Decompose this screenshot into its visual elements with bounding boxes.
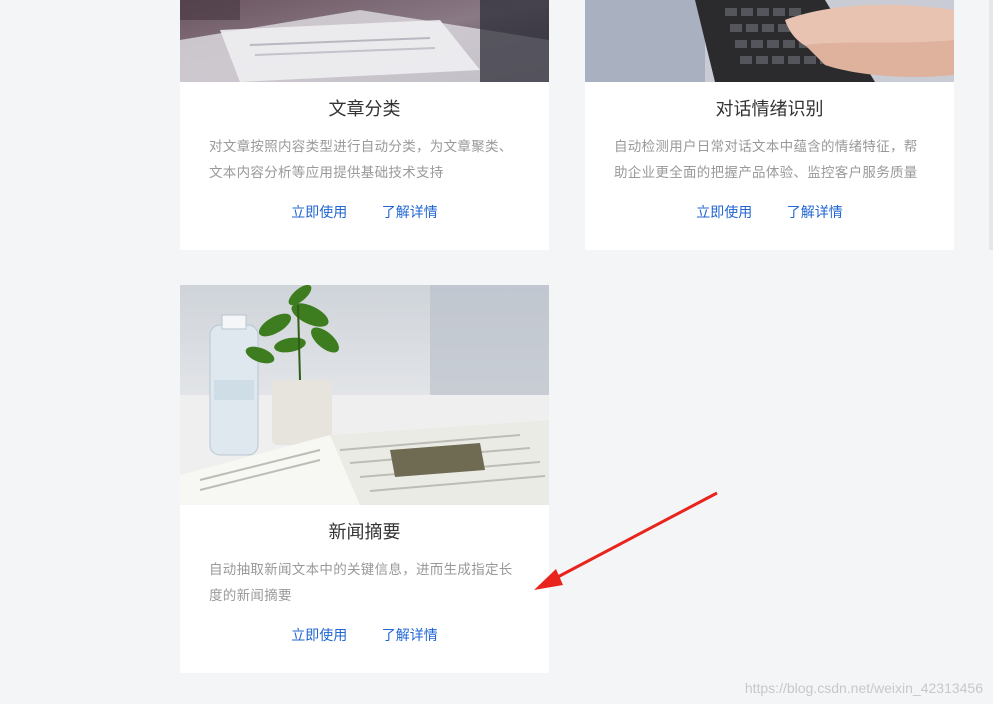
card-title: 对话情绪识别 [715,99,824,120]
card-description: 自动抽取新闻文本中的关键信息，进而生成指定长 度的新闻摘要 [209,557,524,609]
card-description-line: 度的新闻摘要 [209,588,292,604]
product-card-article-classification: 文章分类 对文章按照内容类型进行自动分类，为文章聚类、 文本内容分析等应用提供基… [180,0,549,250]
card-description: 对文章按照内容类型进行自动分类，为文章聚类、 文本内容分析等应用提供基础技术支持 [209,134,524,186]
use-now-link[interactable]: 立即使用 [696,205,752,221]
card-actions: 立即使用 了解详情 [180,626,549,646]
learn-more-link[interactable]: 了解详情 [787,205,843,221]
card-title: 文章分类 [328,99,401,120]
scrollbar[interactable] [989,0,993,250]
card-description: 自动检测用户日常对话文本中蕴含的情绪特征，帮 助企业更全面的把握产品体验、监控客… [614,134,929,186]
learn-more-link[interactable]: 了解详情 [382,628,438,644]
desk-documents-image [180,0,549,82]
keyboard-typing-image [585,0,954,82]
card-description-line: 自动检测用户日常对话文本中蕴含的情绪特征，帮 [614,139,918,155]
newspaper-plant-image [180,285,549,505]
learn-more-link[interactable]: 了解详情 [382,205,438,221]
watermark: https://blog.csdn.net/weixin_42313456 [744,680,983,696]
use-now-link[interactable]: 立即使用 [291,628,347,644]
card-description-line: 自动抽取新闻文本中的关键信息，进而生成指定长 [209,562,513,578]
card-actions: 立即使用 了解详情 [180,203,549,223]
card-actions: 立即使用 了解详情 [585,203,954,223]
card-description-line: 文本内容分析等应用提供基础技术支持 [209,165,444,181]
card-title: 新闻摘要 [328,522,401,543]
card-description-line: 助企业更全面的把握产品体验、监控客户服务质量 [614,165,918,181]
card-description-line: 对文章按照内容类型进行自动分类，为文章聚类、 [209,139,513,155]
product-card-dialogue-emotion: 对话情绪识别 自动检测用户日常对话文本中蕴含的情绪特征，帮 助企业更全面的把握产… [585,0,954,250]
use-now-link[interactable]: 立即使用 [291,205,347,221]
product-card-news-summary: 新闻摘要 自动抽取新闻文本中的关键信息，进而生成指定长 度的新闻摘要 立即使用 … [180,285,549,673]
